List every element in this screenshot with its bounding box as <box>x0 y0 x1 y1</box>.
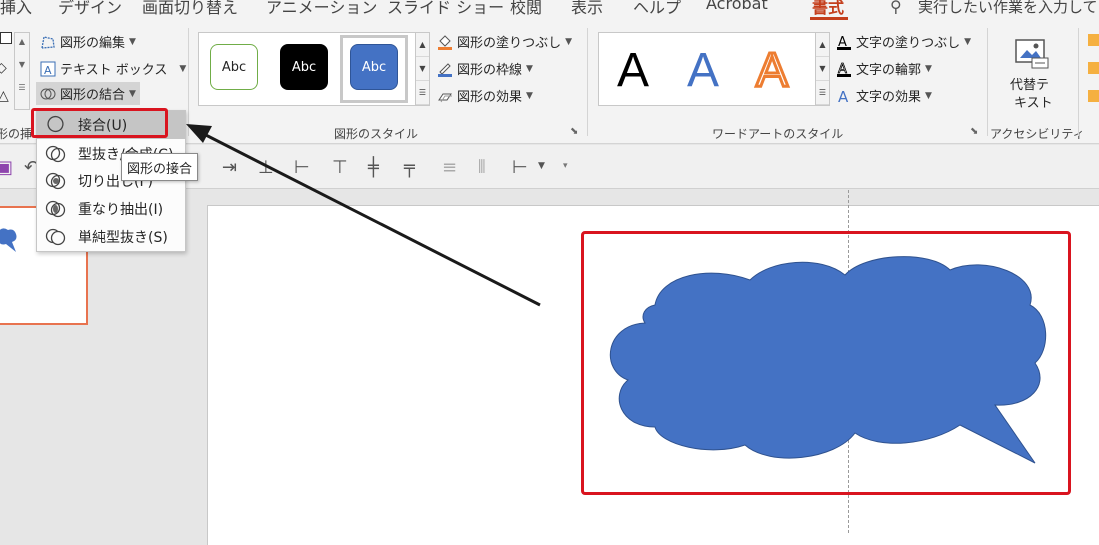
shape-effects-icon <box>438 93 452 102</box>
text-box-button[interactable]: A テキスト ボックス ▼ <box>40 59 186 78</box>
gallery-scroll[interactable]: ▲ ▼ ☰ <box>815 33 829 105</box>
combine-icon <box>45 145 66 163</box>
alt-text-label-line1: 代替テ <box>1010 78 1050 93</box>
thumbnail-cloud-shape <box>0 228 17 252</box>
shape-effects-button[interactable]: 図形の効果 ▼ <box>437 86 533 105</box>
text-effects-icon: A <box>838 88 849 104</box>
text-fill-label: 文字の塗りつぶし <box>856 36 961 51</box>
arrange-icon[interactable] <box>1088 34 1099 46</box>
alt-text-icon <box>1015 39 1049 69</box>
active-tab-indicator <box>810 17 848 20</box>
align-dropdown-icon[interactable]: ⊢ <box>512 157 528 178</box>
menu-item-label: 重なり抽出(I) <box>78 202 164 218</box>
align-middle-icon[interactable]: ╪ <box>368 157 379 178</box>
text-outline-button[interactable]: A 文字の輪郭 ▼ <box>836 59 932 78</box>
tooltip: 図形の接合 <box>121 153 199 181</box>
accessibility-group-label: アクセシビリティ <box>990 127 1085 141</box>
save-icon[interactable]: ▣ <box>0 157 13 178</box>
text-outline-icon: A <box>837 61 851 77</box>
paint-bucket-icon <box>438 34 452 50</box>
group-divider <box>987 28 988 136</box>
highlight-box-shape <box>581 231 1071 495</box>
search-icon: ⚲ <box>890 0 902 16</box>
shape-style-swatch[interactable]: Abc <box>210 44 258 90</box>
rectangle-shape-icon[interactable] <box>0 32 12 44</box>
intersect-icon <box>45 200 66 218</box>
tab-view[interactable]: 表示 <box>571 0 603 18</box>
shape-styles-gallery[interactable]: Abc Abc Abc ▲ ▼ ☰ <box>198 32 430 106</box>
edit-shape-icon <box>41 35 55 49</box>
align-left-icon[interactable]: ⊢ <box>294 157 310 178</box>
align-center-icon[interactable]: ╤ <box>404 157 415 178</box>
tab-acrobat[interactable]: Acrobat <box>706 0 768 13</box>
tab-design[interactable]: デザイン <box>58 0 122 18</box>
text-effects-button[interactable]: A 文字の効果 ▼ <box>836 86 932 106</box>
group-divider <box>587 28 588 136</box>
shape-fill-label: 図形の塗りつぶし <box>457 36 562 51</box>
distribute-horizontal-icon[interactable]: ⫴ <box>478 157 486 178</box>
dialog-launcher-icon[interactable]: ⬊ <box>570 126 578 137</box>
shape-effects-label: 図形の効果 <box>457 90 523 105</box>
arrange-icon[interactable] <box>1088 62 1099 74</box>
distribute-vertical-icon[interactable]: ≡ <box>442 157 457 178</box>
shape-outline-label: 図形の枠線 <box>457 63 523 78</box>
edit-shape-label: 図形の編集 <box>60 36 126 51</box>
fragment-icon <box>45 172 66 190</box>
tab-slideshow[interactable]: スライド ショー <box>387 0 504 18</box>
shape-outline-button[interactable]: 図形の枠線 ▼ <box>437 59 533 78</box>
wordart-style-black[interactable]: A <box>617 47 649 95</box>
wordart-gallery[interactable]: A A A ▲ ▼ ☰ <box>598 32 830 106</box>
text-outline-label: 文字の輪郭 <box>856 63 922 78</box>
wordart-style-blue[interactable]: A <box>687 47 719 95</box>
alt-text-button[interactable]: 代替テ キスト <box>1000 34 1064 114</box>
shape-style-swatch[interactable]: Abc <box>350 44 398 90</box>
align-top-icon[interactable]: ⊤ <box>332 157 348 178</box>
arrange-icon[interactable] <box>1088 90 1099 102</box>
pen-icon <box>438 62 452 77</box>
dialog-launcher-icon[interactable]: ⬊ <box>970 126 978 137</box>
menu-item-intersect[interactable]: 重なり抽出(I) <box>37 195 185 223</box>
align-right-icon[interactable]: ⇥ <box>222 157 237 178</box>
tab-animations[interactable]: アニメーション <box>266 0 377 18</box>
shape-style-swatch[interactable]: Abc <box>280 44 328 90</box>
wordart-style-orange-outline[interactable]: A <box>754 45 789 96</box>
edit-shape-button[interactable]: 図形の編集 ▼ <box>40 32 136 51</box>
text-effects-label: 文字の効果 <box>856 90 922 105</box>
diamond-shape-icon[interactable]: ◇ <box>0 60 7 76</box>
shape-fill-button[interactable]: 図形の塗りつぶし ▼ <box>437 32 572 51</box>
merge-shapes-icon <box>40 88 56 99</box>
shape-icon[interactable]: △ <box>0 88 9 104</box>
tell-me-input[interactable]: 実行したい作業を入力して <box>918 0 1098 17</box>
menu-highlight-box <box>31 108 168 138</box>
wordart-styles-group-label: ワードアートのスタイル <box>712 127 844 141</box>
insert-shapes-group-label: 形の挿 <box>0 127 33 141</box>
subtract-icon <box>45 228 66 246</box>
menu-item-subtract[interactable]: 単純型抜き(S) <box>37 223 185 251</box>
group-divider <box>1078 28 1079 136</box>
tab-review[interactable]: 校閲 <box>510 0 542 18</box>
text-fill-icon: A <box>837 35 851 50</box>
customize-toolbar-icon[interactable]: ▾ <box>563 161 568 171</box>
ribbon-tab-bar: 挿入 デザイン 画面切り替え アニメーション スライド ショー 校閲 表示 ヘル… <box>0 0 1099 22</box>
tab-transitions[interactable]: 画面切り替え <box>142 0 238 18</box>
align-bottom-icon[interactable]: ⊥ <box>258 157 274 178</box>
text-fill-button[interactable]: A 文字の塗りつぶし ▼ <box>836 32 971 51</box>
shape-styles-group-label: 図形のスタイル <box>334 127 419 141</box>
svg-text:A: A <box>838 88 849 104</box>
alt-text-label-line2: キスト <box>1014 96 1053 111</box>
chevron-down-icon[interactable]: ▼ <box>538 161 545 171</box>
tab-format[interactable]: 書式 <box>812 0 844 18</box>
merge-shapes-button[interactable]: 図形の結合 ▼ <box>36 82 140 105</box>
group-divider <box>188 28 189 136</box>
svg-text:A: A <box>44 64 52 77</box>
merge-shapes-label: 図形の結合 <box>60 88 126 103</box>
menu-item-label: 単純型抜き(S) <box>78 230 168 246</box>
text-box-icon: A <box>40 61 56 77</box>
tab-help[interactable]: ヘルプ <box>633 0 681 18</box>
gallery-scroll[interactable]: ▲ ▼ ☰ <box>415 33 429 105</box>
shape-gallery-scroll[interactable]: ▲ ▼ ☰ <box>14 32 30 110</box>
tab-insert[interactable]: 挿入 <box>0 0 32 18</box>
text-box-label: テキスト ボックス <box>60 63 168 78</box>
